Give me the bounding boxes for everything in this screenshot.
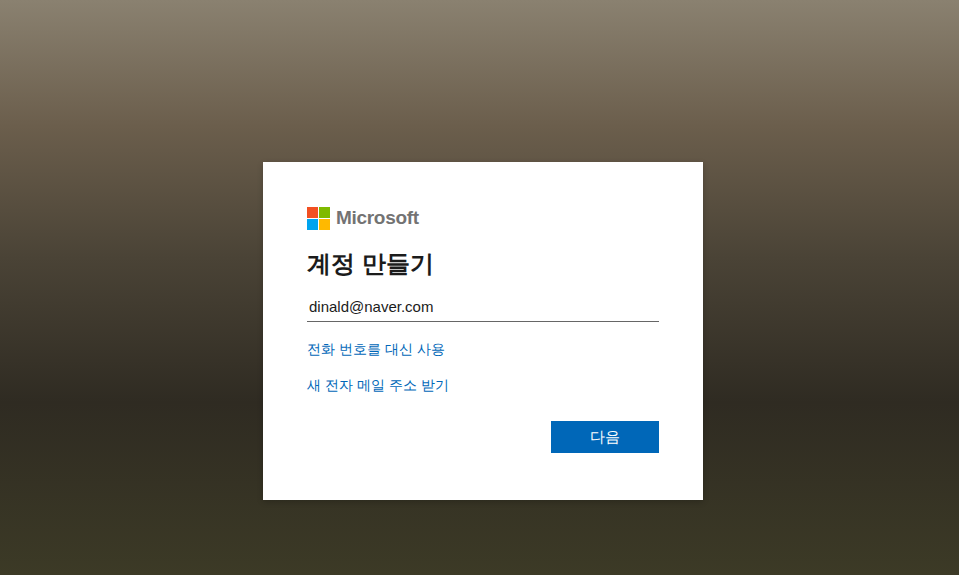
link-list: 전화 번호를 대신 사용새 전자 메일 주소 받기	[307, 340, 659, 395]
option-link[interactable]: 전화 번호를 대신 사용	[307, 340, 445, 359]
title: 계정 만들기	[307, 248, 659, 280]
signup-card: Microsoft 계정 만들기전화 번호를 대신 사용새 전자 메일 주소 받기…	[263, 162, 703, 500]
background: Microsoft 계정 만들기전화 번호를 대신 사용새 전자 메일 주소 받기…	[0, 0, 959, 575]
brand: Microsoft	[307, 206, 659, 230]
email-field[interactable]	[307, 292, 659, 322]
brand-name: Microsoft	[336, 207, 419, 229]
actions: 다음	[307, 421, 659, 453]
option-link[interactable]: 새 전자 메일 주소 받기	[307, 376, 449, 395]
next-button[interactable]: 다음	[551, 421, 659, 453]
microsoft-logo-icon	[307, 207, 330, 230]
